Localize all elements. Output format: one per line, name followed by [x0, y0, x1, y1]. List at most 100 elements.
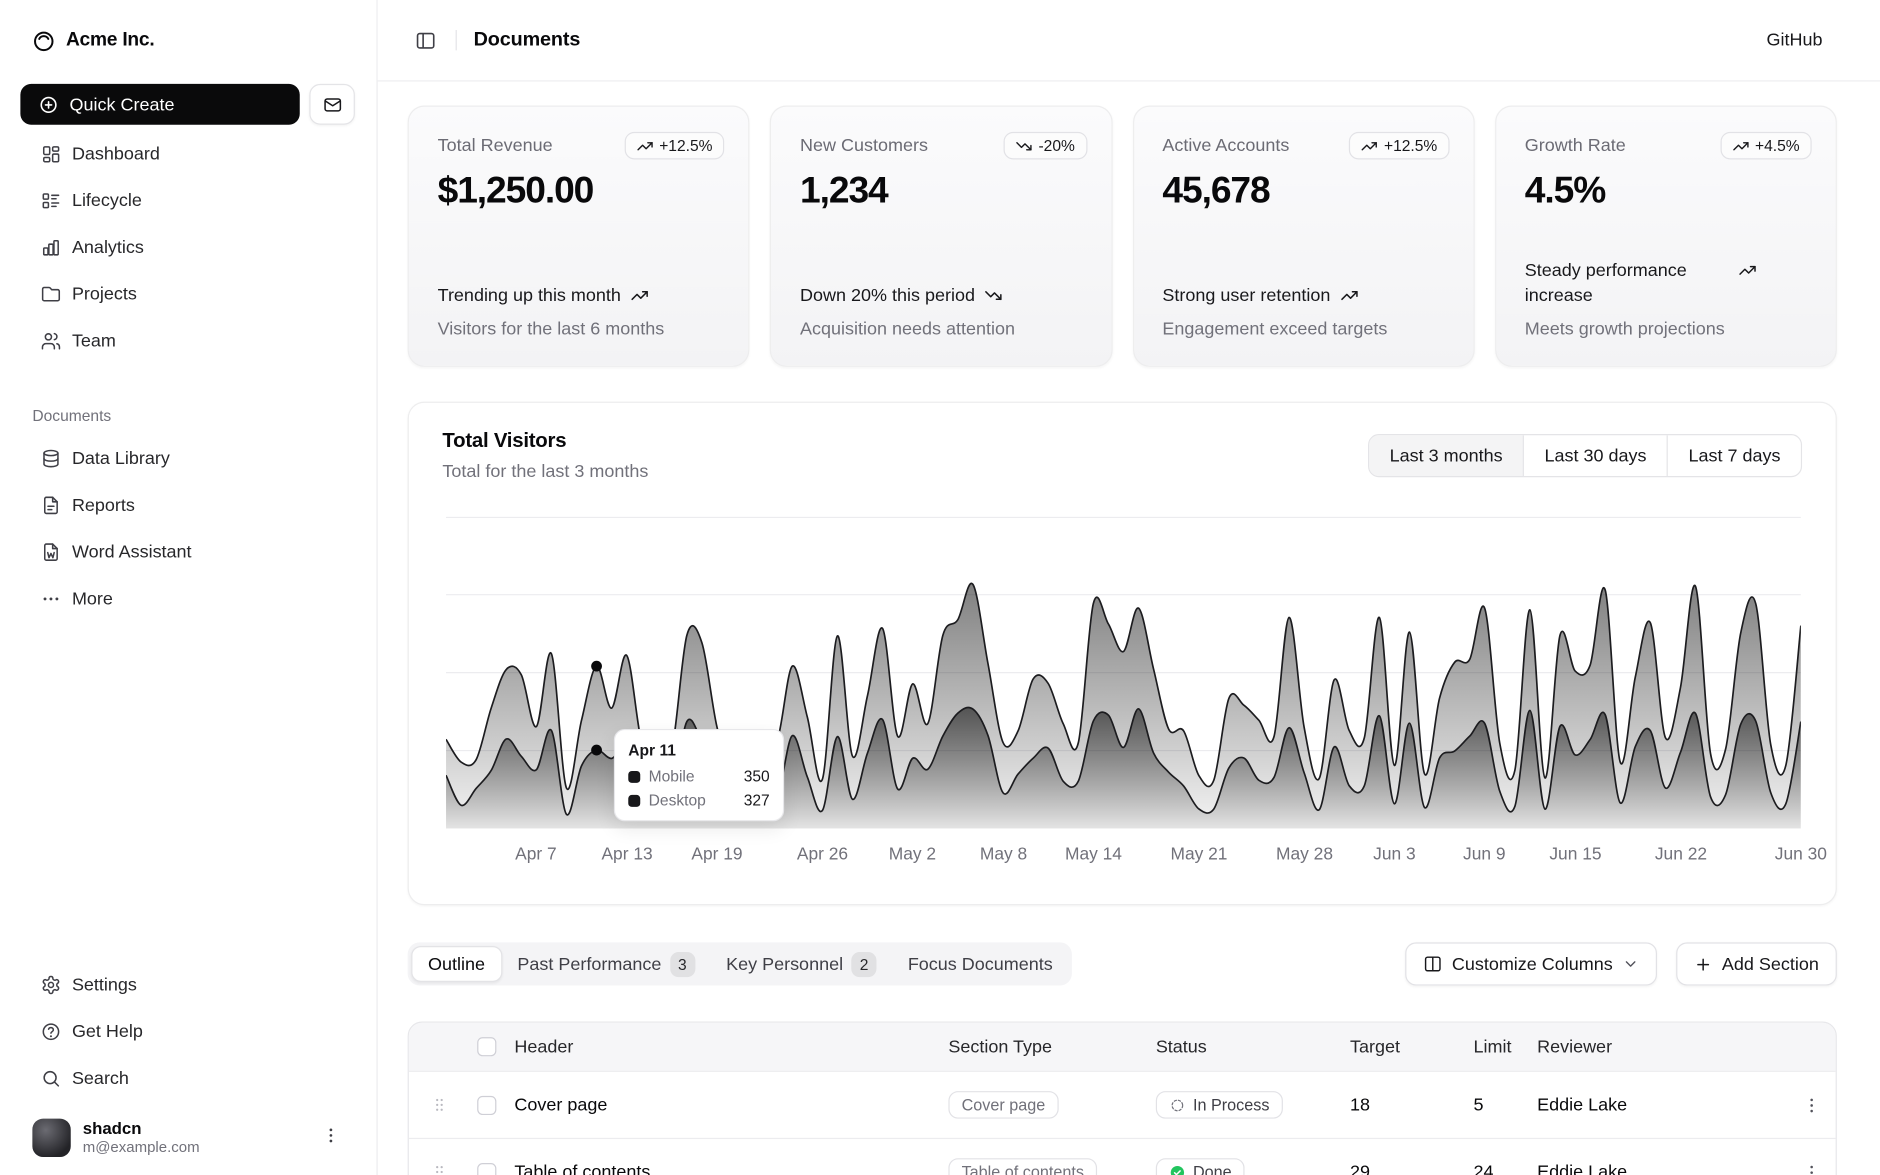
stat-footer-sub: Acquisition needs attention	[800, 319, 1082, 339]
limit-cell[interactable]: 5	[1464, 1095, 1528, 1115]
sidebar-toggle-button[interactable]	[408, 22, 444, 58]
sidebar-item-reports[interactable]: Reports	[19, 486, 357, 524]
row-checkbox[interactable]	[477, 1162, 496, 1175]
stat-cards: Total Revenue +12.5% $1,250.00 Trending …	[408, 106, 1837, 367]
column-header: Target	[1340, 1037, 1463, 1057]
chart-subtitle: Total for the last 3 months	[442, 462, 648, 482]
user-menu[interactable]: shadcn m@example.com	[0, 1107, 376, 1175]
sidebar-item-dashboard[interactable]: Dashboard	[19, 134, 357, 172]
folder-icon	[41, 284, 61, 304]
tab-key-personnel[interactable]: Key Personnel 2	[711, 946, 893, 982]
inbox-button[interactable]	[309, 84, 355, 125]
stat-footer-sub: Visitors for the last 6 months	[438, 319, 720, 339]
row-header-cell[interactable]: Cover page	[505, 1095, 939, 1115]
sidebar-item-word-assistant[interactable]: Word Assistant	[19, 532, 357, 570]
row-header-cell[interactable]: Table of contents	[505, 1162, 939, 1175]
range-last-7-days[interactable]: Last 7 days	[1667, 435, 1801, 476]
app: Acme Inc. Quick Create	[0, 0, 1880, 1175]
chevron-down-icon	[1622, 956, 1639, 973]
dots-vertical-icon[interactable]	[321, 1126, 340, 1151]
sidebar-item-lifecycle[interactable]: Lifecycle	[19, 181, 357, 219]
sidebar-item-analytics[interactable]: Analytics	[19, 228, 357, 266]
range-toggle-group: Last 3 months Last 30 days Last 7 days	[1368, 434, 1802, 477]
drag-handle[interactable]	[409, 1096, 469, 1114]
footer-nav: Settings Get Help	[0, 966, 376, 1098]
sidebar-item-label: Team	[72, 330, 116, 350]
report-icon	[41, 495, 61, 515]
range-last-3-months[interactable]: Last 3 months	[1369, 435, 1523, 476]
drag-handle[interactable]	[409, 1163, 469, 1175]
table-row: Table of contents Table of contents Done…	[409, 1138, 1836, 1175]
dots-vertical-icon	[1801, 1162, 1820, 1175]
brand-name: Acme Inc.	[66, 30, 154, 52]
tab-outline[interactable]: Outline	[411, 946, 502, 982]
search-icon	[41, 1069, 61, 1089]
stat-footer-text: Trending up this month	[438, 283, 621, 309]
trending-down-icon	[985, 287, 1003, 305]
stat-footer-text: Strong user retention	[1162, 283, 1330, 309]
top-header: Documents GitHub	[378, 0, 1880, 82]
github-link[interactable]: GitHub	[1766, 30, 1822, 50]
sidebar-item-label: Projects	[72, 284, 137, 304]
sidebar-item-label: Search	[72, 1069, 129, 1089]
sidebar-item-more[interactable]: More	[19, 579, 357, 617]
table-header-row: Header Section Type Status Target Limit …	[409, 1023, 1836, 1071]
trending-up-icon	[1340, 287, 1358, 305]
trend-badge: +4.5%	[1720, 132, 1811, 160]
tabs-list: Outline Past Performance 3 Key Personnel…	[408, 942, 1072, 985]
dashboard-icon	[41, 143, 61, 163]
sidebar-item-team[interactable]: Team	[19, 321, 357, 359]
stat-value: 45,678	[1162, 169, 1444, 212]
sidebar-item-label: Settings	[72, 975, 137, 995]
row-actions-button[interactable]	[1784, 1162, 1837, 1175]
sidebar-item-search[interactable]: Search	[19, 1060, 357, 1098]
chart-title: Total Visitors	[442, 429, 566, 453]
target-cell[interactable]: 29	[1340, 1162, 1463, 1175]
card-growth-rate: Growth Rate +4.5% 4.5% Steady performanc…	[1495, 106, 1837, 367]
tab-focus-documents[interactable]: Focus Documents	[892, 946, 1068, 982]
table-row: Cover page Cover page In Process 18 5 Ed…	[409, 1071, 1836, 1138]
plus-icon	[1694, 955, 1712, 973]
main-nav: Dashboard Lifecycle Anal	[0, 134, 376, 368]
trending-up-icon	[1732, 137, 1749, 154]
tab-past-performance[interactable]: Past Performance 3	[502, 946, 711, 982]
sidebar-item-projects[interactable]: Projects	[19, 275, 357, 313]
logo-icon	[32, 29, 55, 52]
sidebar-item-label: Data Library	[72, 448, 170, 468]
target-cell[interactable]: 18	[1340, 1095, 1463, 1115]
status-badge: In Process	[1156, 1091, 1283, 1119]
reviewer-cell[interactable]: Eddie Lake	[1528, 1095, 1785, 1115]
table-toolbar: Outline Past Performance 3 Key Personnel…	[408, 942, 1837, 985]
column-header: Status	[1146, 1037, 1340, 1057]
sidebar-item-get-help[interactable]: Get Help	[19, 1013, 357, 1051]
add-section-button[interactable]: Add Section	[1676, 942, 1837, 985]
visitors-chart-card: Total Visitors Total for the last 3 mont…	[408, 402, 1837, 906]
stat-value: 4.5%	[1525, 169, 1807, 212]
sidebar-item-data-library[interactable]: Data Library	[19, 439, 357, 477]
sidebar-item-label: Word Assistant	[72, 541, 192, 561]
count-badge: 3	[670, 951, 695, 976]
range-last-30-days[interactable]: Last 30 days	[1523, 435, 1667, 476]
reviewer-cell[interactable]: Eddie Lake	[1528, 1162, 1785, 1175]
dots-vertical-icon	[1801, 1095, 1820, 1114]
columns-icon	[1423, 954, 1442, 973]
sidebar-item-settings[interactable]: Settings	[19, 966, 357, 1004]
stat-footer-text: Steady performance increase	[1525, 257, 1729, 309]
sidebar-item-label: Lifecycle	[72, 190, 142, 210]
trending-up-icon	[1361, 137, 1378, 154]
quick-create-button[interactable]: Quick Create	[20, 84, 299, 125]
avatar	[32, 1119, 70, 1157]
gear-icon	[41, 975, 61, 995]
help-circle-icon	[41, 1022, 61, 1042]
limit-cell[interactable]: 24	[1464, 1162, 1528, 1175]
database-icon	[41, 448, 61, 468]
stat-value: 1,234	[800, 169, 1082, 212]
row-actions-button[interactable]	[1784, 1095, 1837, 1114]
select-all-checkbox[interactable]	[477, 1037, 496, 1056]
row-checkbox[interactable]	[477, 1095, 496, 1114]
trending-up-icon	[631, 287, 649, 305]
brand-row[interactable]: Acme Inc.	[0, 0, 376, 72]
status-badge: Done	[1156, 1158, 1245, 1175]
customize-columns-button[interactable]: Customize Columns	[1405, 942, 1657, 985]
mobile-swatch	[628, 770, 640, 782]
